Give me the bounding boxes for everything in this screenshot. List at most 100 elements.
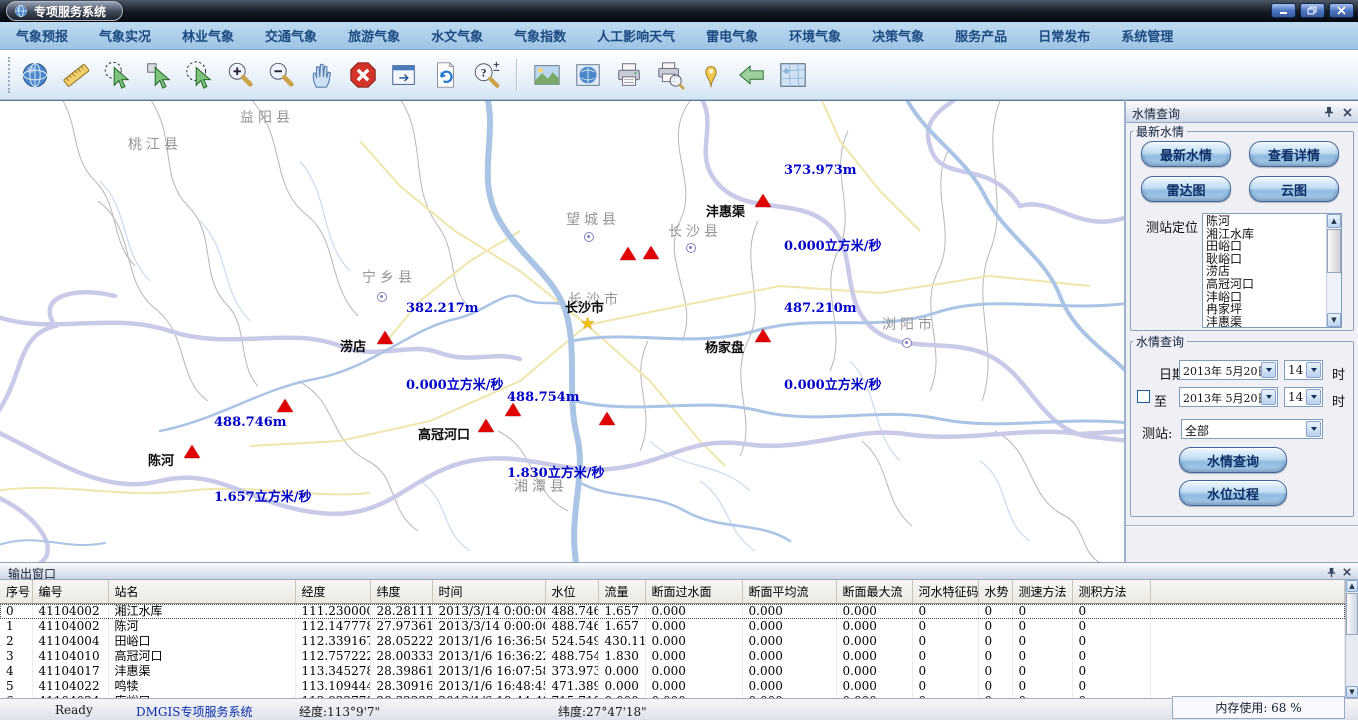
menu-item-14[interactable]: 系统管理 <box>1121 26 1173 45</box>
zoom-out-icon[interactable] <box>265 59 297 91</box>
image-icon[interactable] <box>531 59 563 91</box>
select-arrow-icon[interactable] <box>142 59 174 91</box>
zoom-in-icon[interactable] <box>224 59 256 91</box>
column-header[interactable]: 水势 <box>978 580 1012 604</box>
scroll-thumb[interactable] <box>1327 229 1341 273</box>
column-header[interactable]: 测速方法 <box>1012 580 1072 604</box>
menu-item-4[interactable]: 交通气象 <box>265 26 317 45</box>
station-marker[interactable] <box>184 445 200 458</box>
column-header[interactable]: 编号 <box>32 580 108 604</box>
select-circle-icon[interactable] <box>183 59 215 91</box>
column-header[interactable]: 站名 <box>108 580 295 604</box>
minimize-button[interactable] <box>1271 3 1296 18</box>
column-header[interactable]: 纬度 <box>370 580 432 604</box>
menu-item-1[interactable]: 气象预报 <box>16 26 68 45</box>
station-list-item[interactable]: 冉家坪 <box>1206 303 1338 316</box>
scroll-down-icon[interactable]: ▼ <box>1327 313 1341 327</box>
menu-item-6[interactable]: 水文气象 <box>431 26 483 45</box>
menu-item-9[interactable]: 雷电气象 <box>706 26 758 45</box>
station-marker[interactable] <box>478 419 494 432</box>
column-header[interactable]: 流量 <box>598 580 645 604</box>
world-image-icon[interactable] <box>572 59 604 91</box>
map-canvas[interactable]: 益阳县桃江县宁乡县望城县长沙县长沙市浏阳市湘潭县沣惠渠长沙市杨家盘涝店高冠河口陈… <box>0 100 1124 562</box>
identify-icon[interactable]: ? <box>470 59 502 91</box>
panel-close-icon[interactable] <box>1340 105 1354 119</box>
scroll-up-icon[interactable]: ▲ <box>1346 580 1358 592</box>
station-list-item[interactable]: 沣惠渠 <box>1206 316 1338 328</box>
station-list-item[interactable]: 高冠河口 <box>1206 278 1338 291</box>
scroll-up-icon[interactable]: ▲ <box>1327 214 1341 228</box>
menu-item-5[interactable]: 旅游气象 <box>348 26 400 45</box>
menu-item-12[interactable]: 服务产品 <box>955 26 1007 45</box>
radar-chart-button[interactable]: 雷达图 <box>1141 176 1231 202</box>
chevron-down-icon[interactable] <box>1261 389 1276 405</box>
latest-water-button[interactable]: 最新水情 <box>1141 141 1231 167</box>
globe-icon[interactable] <box>19 59 51 91</box>
menu-item-8[interactable]: 人工影响天气 <box>597 26 675 45</box>
station-marker[interactable] <box>620 247 636 260</box>
table-row[interactable]: 341104010高冠河口112.75722228.0033332013/1/6… <box>0 649 1345 664</box>
chevron-down-icon[interactable] <box>1306 389 1321 405</box>
to-date-combo[interactable]: 2013年 5月20日 <box>1179 387 1278 407</box>
column-header[interactable]: 水位 <box>545 580 598 604</box>
restore-button[interactable] <box>1300 3 1325 18</box>
close-button[interactable] <box>1329 3 1354 18</box>
scroll-down-icon[interactable]: ▼ <box>1346 686 1358 698</box>
view-details-button[interactable]: 查看详情 <box>1249 141 1339 167</box>
station-marker[interactable] <box>755 329 771 342</box>
table-row[interactable]: 541104022鸣犊113.10944428.3091672013/1/6 1… <box>0 679 1345 694</box>
output-close-icon[interactable] <box>1340 565 1354 579</box>
water-query-button[interactable]: 水情查询 <box>1179 447 1287 473</box>
pin-icon[interactable] <box>1324 565 1338 579</box>
listbox-scrollbar[interactable]: ▲ ▼ <box>1326 214 1341 327</box>
column-header[interactable]: 序号 <box>0 580 32 604</box>
station-marker[interactable] <box>643 246 659 259</box>
table-row[interactable]: 041104002湘江水库111.23000028.2811112013/3/1… <box>0 604 1345 620</box>
menu-item-13[interactable]: 日常发布 <box>1038 26 1090 45</box>
station-combo[interactable]: 全部 <box>1181 419 1323 439</box>
toolbar-grip[interactable] <box>8 57 11 93</box>
station-marker[interactable] <box>755 194 771 207</box>
column-header[interactable]: 断面最大流 <box>836 580 912 604</box>
back-icon[interactable] <box>736 59 768 91</box>
chevron-down-icon[interactable] <box>1306 362 1321 378</box>
cloud-image-button[interactable]: 云图 <box>1249 176 1339 202</box>
pan-icon[interactable] <box>306 59 338 91</box>
station-marker[interactable] <box>277 399 293 412</box>
column-header[interactable]: 经度 <box>295 580 370 604</box>
station-listbox[interactable]: 陈河湘江水库田峪口耿峪口涝店高冠河口沣峪口冉家坪沣惠渠 ▲ ▼ <box>1202 213 1342 328</box>
scroll-thumb[interactable] <box>1346 593 1358 635</box>
hour-combo[interactable]: 14 <box>1284 360 1323 380</box>
chevron-down-icon[interactable] <box>1261 362 1276 378</box>
to-checkbox[interactable] <box>1137 390 1150 403</box>
column-header[interactable]: 河水特征码 <box>912 580 978 604</box>
stop-icon[interactable] <box>347 59 379 91</box>
station-list-item[interactable]: 陈河 <box>1206 215 1338 228</box>
menu-item-3[interactable]: 林业气象 <box>182 26 234 45</box>
column-header[interactable]: 时间 <box>432 580 545 604</box>
print-preview-icon[interactable] <box>654 59 686 91</box>
date-combo[interactable]: 2013年 5月20日 <box>1179 360 1278 380</box>
output-scrollbar[interactable]: ▲ ▼ <box>1345 580 1358 698</box>
overview-icon[interactable] <box>777 59 809 91</box>
menu-item-10[interactable]: 环境气象 <box>789 26 841 45</box>
column-header[interactable]: 断面平均流 <box>742 580 836 604</box>
column-header[interactable]: 测积方法 <box>1072 580 1150 604</box>
station-marker[interactable] <box>377 331 393 344</box>
column-header[interactable]: 断面过水面 <box>645 580 742 604</box>
measure-icon[interactable] <box>60 59 92 91</box>
table-row[interactable]: 141104002陈河112.14777827.9736112013/3/14 … <box>0 619 1345 634</box>
select-polygon-icon[interactable] <box>101 59 133 91</box>
menu-item-11[interactable]: 决策气象 <box>872 26 924 45</box>
table-row[interactable]: 441104017沣惠渠113.34527828.3986112013/1/6 … <box>0 664 1345 679</box>
water-level-process-button[interactable]: 水位过程 <box>1179 480 1287 506</box>
pin-icon[interactable] <box>1322 105 1336 119</box>
menu-item-7[interactable]: 气象指数 <box>514 26 566 45</box>
station-list-item[interactable]: 田峪口 <box>1206 240 1338 253</box>
print-icon[interactable] <box>613 59 645 91</box>
station-marker[interactable] <box>505 403 521 416</box>
to-hour-combo[interactable]: 14 <box>1284 387 1323 407</box>
station-marker[interactable] <box>599 412 615 425</box>
refresh-icon[interactable] <box>429 59 461 91</box>
table-row[interactable]: 241104004田峪口112.33916728.0522222013/1/6 … <box>0 634 1345 649</box>
